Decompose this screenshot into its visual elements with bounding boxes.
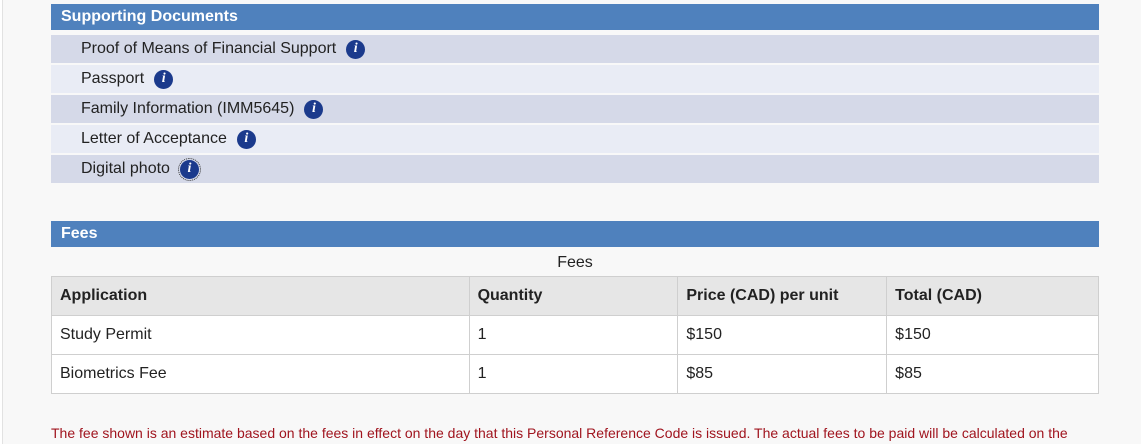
cell-price: $85: [677, 354, 888, 394]
info-icon[interactable]: i: [154, 69, 174, 89]
info-icon[interactable]: i: [304, 99, 324, 119]
supporting-documents-header: Supporting Documents: [51, 4, 1099, 30]
document-item-digital-photo: Digital photo i: [51, 155, 1099, 183]
cell-application: Biometrics Fee: [51, 354, 470, 394]
cell-total: $150: [886, 315, 1099, 355]
column-header-total: Total (CAD): [886, 276, 1099, 316]
document-label: Family Information (IMM5645): [81, 100, 295, 117]
document-item-letter-of-acceptance: Letter of Acceptance i: [51, 125, 1099, 153]
info-icon[interactable]: i: [236, 129, 256, 149]
fees-table: Application Quantity Price (CAD) per uni…: [51, 276, 1099, 394]
table-row: Biometrics Fee 1 $85 $85: [51, 354, 1099, 394]
fee-estimate-note: The fee shown is an estimate based on th…: [51, 425, 1068, 441]
document-label: Passport: [81, 70, 145, 87]
fees-table-caption: Fees: [557, 254, 593, 271]
supporting-documents-list: Proof of Means of Financial Support i Pa…: [51, 35, 1099, 185]
document-item-passport: Passport i: [51, 65, 1099, 93]
document-label: Digital photo: [81, 160, 170, 177]
content-panel: Supporting Documents Proof of Means of F…: [2, 0, 1141, 444]
info-icon[interactable]: i: [346, 39, 366, 59]
info-icon[interactable]: i: [177, 157, 201, 181]
table-row: Study Permit 1 $150 $150: [51, 315, 1099, 355]
cell-application: Study Permit: [51, 315, 470, 355]
document-item-financial-support: Proof of Means of Financial Support i: [51, 35, 1099, 63]
fees-header: Fees: [51, 221, 1099, 247]
document-label: Proof of Means of Financial Support: [81, 40, 337, 57]
column-header-application: Application: [51, 276, 470, 316]
cell-quantity: 1: [468, 354, 679, 394]
column-header-quantity: Quantity: [468, 276, 679, 316]
document-item-family-information: Family Information (IMM5645) i: [51, 95, 1099, 123]
fees-table-header-row: Application Quantity Price (CAD) per uni…: [51, 276, 1099, 316]
document-label: Letter of Acceptance: [81, 130, 227, 147]
cell-quantity: 1: [468, 315, 679, 355]
cell-total: $85: [886, 354, 1099, 394]
column-header-price: Price (CAD) per unit: [677, 276, 888, 316]
cell-price: $150: [677, 315, 888, 355]
